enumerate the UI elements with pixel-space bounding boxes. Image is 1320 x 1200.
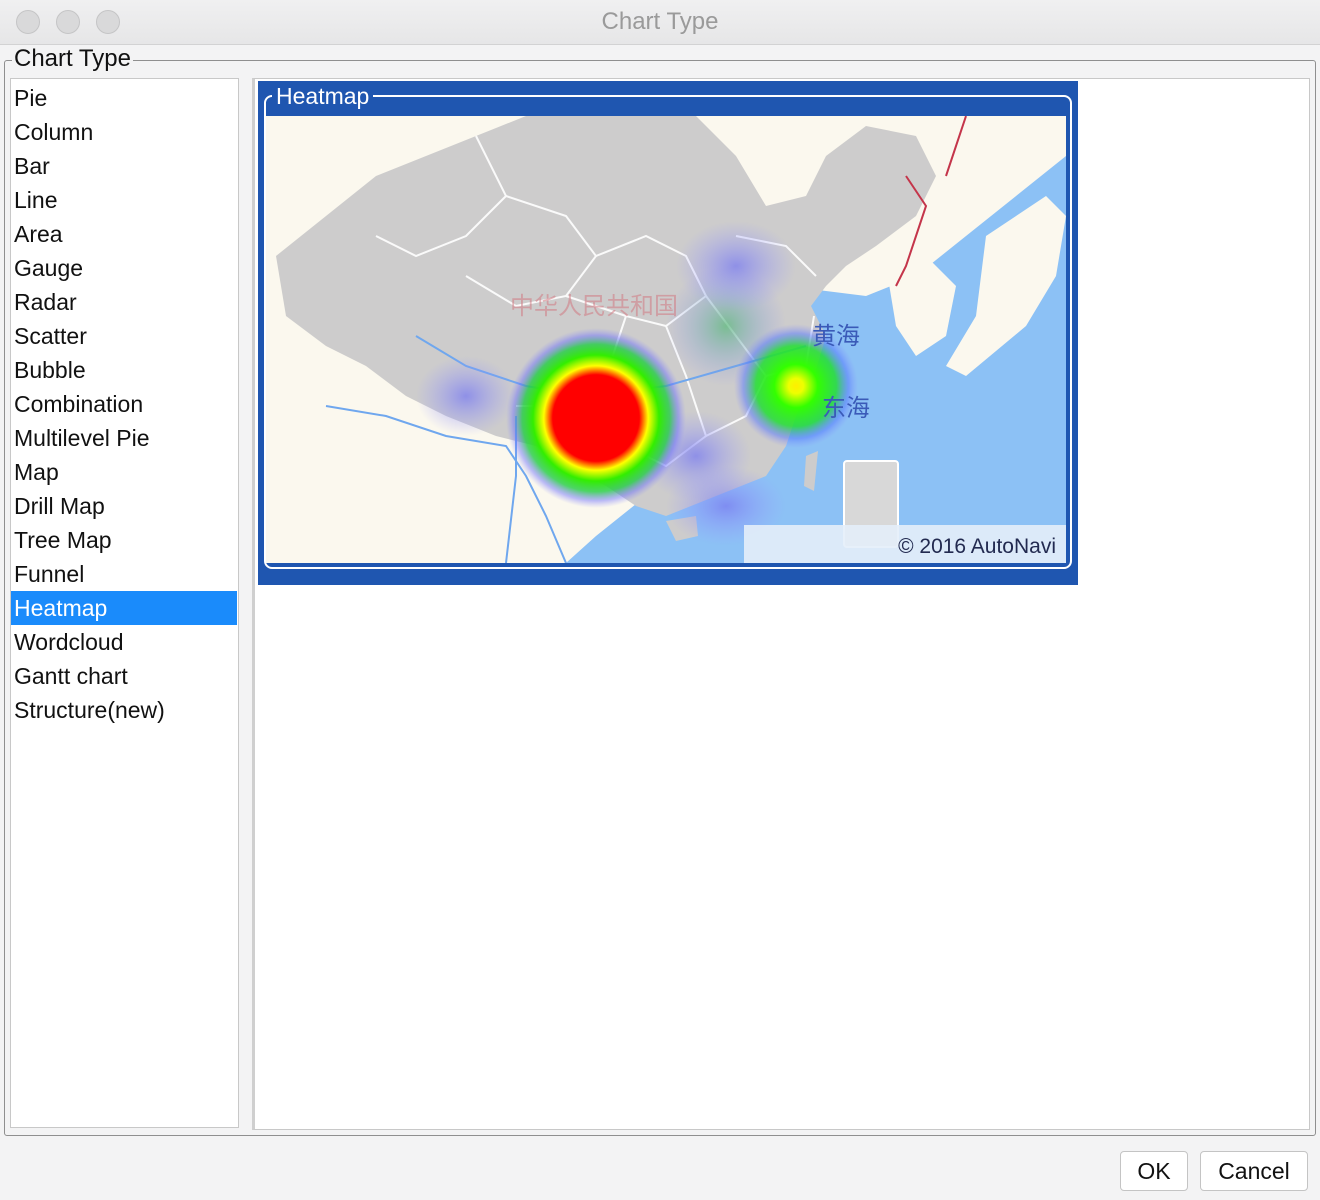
map-label-yellow-sea: 黄海 bbox=[812, 322, 860, 350]
chart-type-item-tree-map[interactable]: Tree Map bbox=[11, 523, 238, 557]
chart-type-item-structure-new[interactable]: Structure(new) bbox=[11, 693, 238, 727]
chart-preview-panel: Heatmap 中华人民共和国 黄海 东海 © 2016 AutoNavi bbox=[252, 78, 1310, 1130]
chart-type-item-gantt-chart[interactable]: Gantt chart bbox=[11, 659, 238, 693]
chart-type-item-bar[interactable]: Bar bbox=[11, 149, 238, 183]
chart-type-item-radar[interactable]: Radar bbox=[11, 285, 238, 319]
window-title: Chart Type bbox=[601, 8, 719, 35]
chart-type-item-column[interactable]: Column bbox=[11, 115, 238, 149]
map-graphic bbox=[266, 116, 1066, 563]
chart-type-item-multilevel-pie[interactable]: Multilevel Pie bbox=[11, 421, 238, 455]
copyright-text: © 2016 AutoNavi bbox=[898, 535, 1056, 558]
title-bar[interactable]: Chart Type bbox=[0, 0, 1320, 45]
ok-button[interactable]: OK bbox=[1120, 1151, 1188, 1191]
chart-type-item-bubble[interactable]: Bubble bbox=[11, 353, 238, 387]
heatmap-map: 中华人民共和国 黄海 东海 © 2016 AutoNavi bbox=[266, 116, 1066, 563]
chart-type-item-pie[interactable]: Pie bbox=[11, 81, 238, 115]
chart-type-item-area[interactable]: Area bbox=[11, 217, 238, 251]
chart-type-item-line[interactable]: Line bbox=[11, 183, 238, 217]
chart-type-item-heatmap[interactable]: Heatmap bbox=[11, 591, 237, 625]
chart-type-item-scatter[interactable]: Scatter bbox=[11, 319, 238, 353]
chart-type-item-wordcloud[interactable]: Wordcloud bbox=[11, 625, 238, 659]
chart-type-item-drill-map[interactable]: Drill Map bbox=[11, 489, 238, 523]
map-copyright: © 2016 AutoNavi bbox=[744, 525, 1066, 563]
chart-type-item-combination[interactable]: Combination bbox=[11, 387, 238, 421]
chart-type-item-funnel[interactable]: Funnel bbox=[11, 557, 238, 591]
group-legend: Chart Type bbox=[12, 45, 133, 73]
heatmap-thumbnail: Heatmap 中华人民共和国 黄海 东海 © 2016 AutoNavi bbox=[258, 81, 1078, 585]
thumbnail-legend: Heatmap bbox=[272, 83, 374, 110]
cancel-button[interactable]: Cancel bbox=[1200, 1151, 1308, 1191]
map-label-country: 中华人民共和国 bbox=[510, 292, 678, 320]
chart-type-item-gauge[interactable]: Gauge bbox=[11, 251, 238, 285]
map-label-east-sea: 东海 bbox=[822, 394, 870, 422]
chart-type-dialog: Chart Type Chart Type Pie Column Bar Line Ar… bbox=[0, 0, 1320, 1200]
chart-type-list[interactable]: Pie Column Bar Line Area Gauge Radar Scatter Bub… bbox=[10, 78, 239, 1128]
chart-type-item-map[interactable]: Map bbox=[11, 455, 238, 489]
